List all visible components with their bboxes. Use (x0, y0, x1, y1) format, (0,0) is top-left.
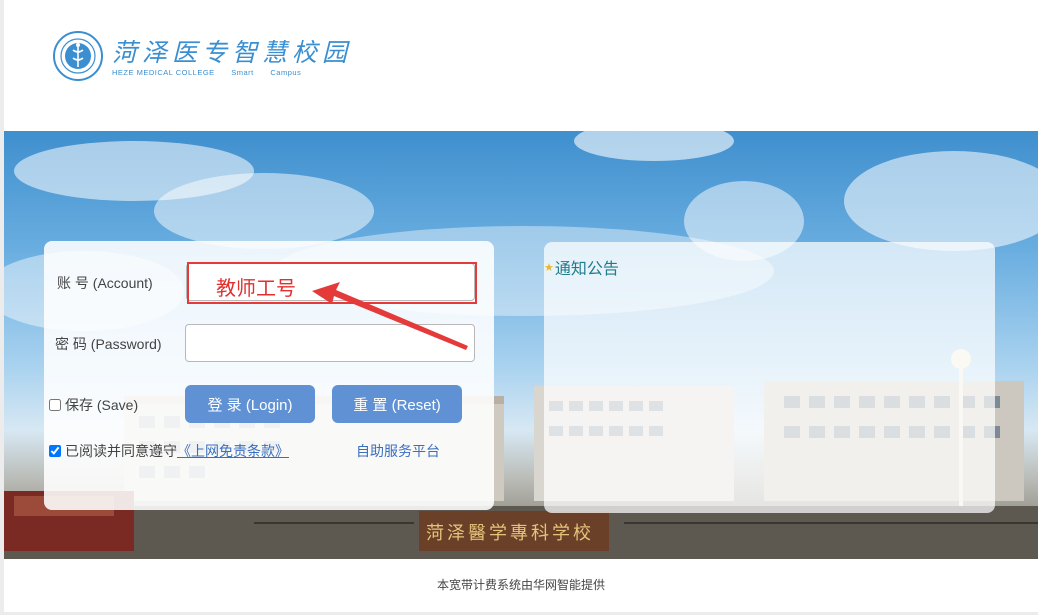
save-checkbox[interactable] (49, 399, 61, 411)
header: 菏泽医专智慧校园 HEZE MEDICAL COLLEGE Smart Camp… (4, 0, 1038, 131)
login-button[interactable]: 登 录 (Login) (185, 385, 315, 423)
college-emblem-icon (53, 31, 103, 81)
self-service-link[interactable]: 自助服务平台 (356, 441, 440, 461)
logo-chinese-text: 菏泽医专智慧校园 (112, 38, 353, 67)
terms-link[interactable]: 《上网免责条款》 (177, 441, 289, 461)
annotation-text: 教师工号 (216, 276, 296, 300)
reset-button[interactable]: 重 置 (Reset) (332, 385, 462, 423)
notice-title: ★ 通知公告 (544, 255, 619, 279)
save-label: 保存 (Save) (65, 397, 139, 413)
logo: 菏泽医专智慧校园 HEZE MEDICAL COLLEGE Smart Camp… (52, 28, 347, 84)
gate-sign-text: 菏泽醫学專科学校 (426, 523, 594, 544)
agree-text: 已阅读并同意遵守 (65, 443, 177, 459)
page: 菏泽医专智慧校园 HEZE MEDICAL COLLEGE Smart Camp… (4, 0, 1038, 612)
agree-checkbox-row: 已阅读并同意遵守 《上网免责条款》 (49, 441, 289, 461)
save-checkbox-row: 保存 (Save) (49, 395, 138, 415)
logo-en-smart: Smart (231, 68, 254, 77)
footer-text: 本宽带计费系统由华网智能提供 (436, 578, 605, 592)
password-label: 密 码 (Password) (55, 336, 162, 352)
agree-checkbox[interactable] (49, 445, 61, 457)
notice-title-text: 通知公告 (554, 259, 619, 278)
account-label: 账 号 (Account) (57, 275, 153, 291)
logo-en-college: HEZE MEDICAL COLLEGE (112, 68, 215, 77)
notice-panel: ★ 通知公告 (544, 242, 995, 513)
star-icon: ★ (544, 260, 554, 274)
password-input[interactable] (185, 324, 475, 362)
logo-en-campus: Campus (270, 68, 302, 77)
logo-english-text: HEZE MEDICAL COLLEGE Smart Campus (112, 68, 315, 77)
